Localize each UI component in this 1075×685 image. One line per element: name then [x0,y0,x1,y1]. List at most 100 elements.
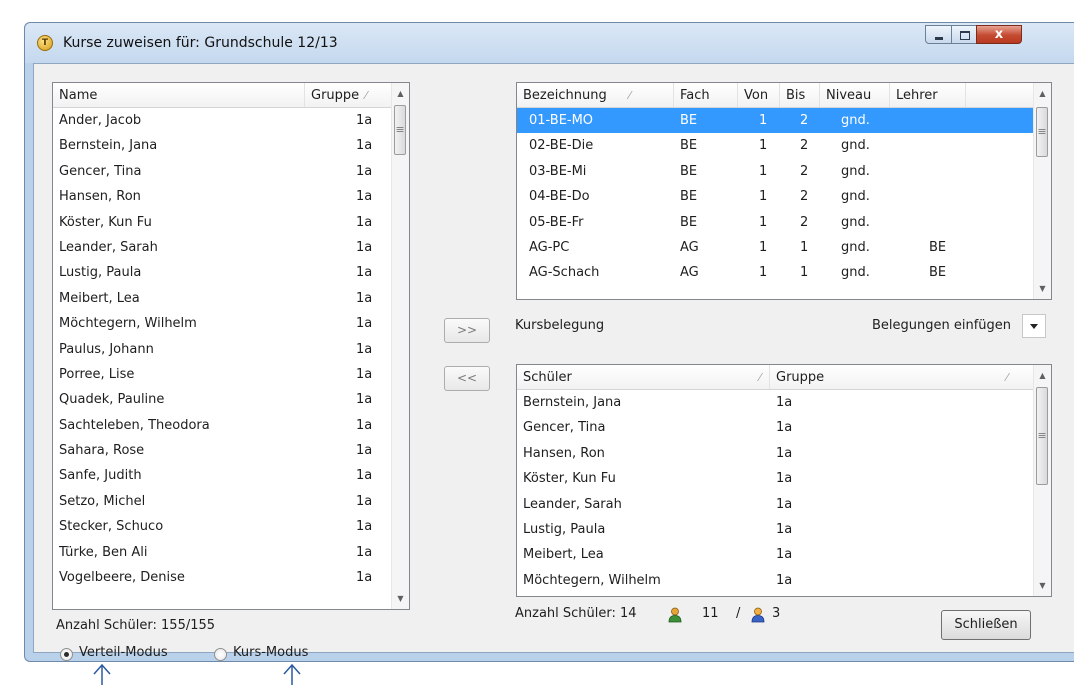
student-name-cell: Setzo, Michel [59,493,146,509]
distribute-mode-label[interactable]: Verteil-Modus [79,645,168,660]
table-row[interactable]: Türke, Ben Ali 1a [53,540,392,565]
column-header-assigned-group[interactable]: Gruppe ⁄ [770,365,1016,389]
courses-scrollbar[interactable]: ▲ ▼ [1033,83,1051,299]
course-name-cell: 03-BE-Mi [529,163,587,179]
scroll-down-arrow-icon[interactable]: ▼ [1034,577,1051,594]
table-row[interactable]: AG-PC AG 1 1 gnd. BE [517,235,1034,260]
table-row[interactable]: Quadek, Pauline 1a [53,387,392,412]
assigned-list-header: Schüler ⁄ Gruppe ⁄ [517,365,1034,390]
scroll-down-arrow-icon[interactable]: ▼ [1034,280,1051,297]
student-group-cell: 1a [356,316,373,332]
column-header-subject[interactable]: Fach [674,83,738,107]
scroll-down-arrow-icon[interactable]: ▼ [392,590,409,607]
table-row[interactable]: Köster, Kun Fu 1a [53,210,392,235]
table-row[interactable]: Bernstein, Jana 1a [53,133,392,158]
assigned-student-group-cell: 1a [776,445,793,461]
add-to-course-button[interactable]: >> [444,318,490,343]
student-name-cell: Paulus, Johann [59,341,154,357]
assigned-student-group-cell: 1a [776,572,793,588]
scroll-up-arrow-icon[interactable]: ▲ [1034,367,1051,384]
minimize-button[interactable] [925,25,952,44]
table-row[interactable]: Gencer, Tina 1a [517,415,1034,440]
student-group-cell: 1a [356,570,373,586]
scroll-thumb[interactable] [394,105,406,155]
table-row[interactable]: Leander, Sarah 1a [517,492,1034,517]
student-name-cell: Köster, Kun Fu [59,214,152,230]
course-to-cell: 2 [800,138,809,154]
students-scrollbar[interactable]: ▲ ▼ [391,83,409,609]
table-row[interactable]: Ander, Jacob 1a [53,108,392,133]
scroll-thumb[interactable] [1036,107,1048,157]
student-name-cell: Möchtegern, Wilhelm [59,316,197,332]
table-row[interactable]: 01-BE-MO BE 1 2 gnd. [517,108,1034,134]
table-row[interactable]: Bernstein, Jana 1a [517,390,1034,415]
student-name-cell: Leander, Sarah [59,239,158,255]
student-name-cell: Vogelbeere, Denise [59,570,185,586]
column-header-name[interactable]: Name [53,83,305,107]
table-row[interactable]: Möchtegern, Wilhelm 1a [517,568,1034,593]
table-row[interactable]: Gencer, Tina 1a [53,159,392,184]
distribute-mode-radio[interactable] [60,648,73,661]
students-count: Anzahl Schüler: 155/155 [56,618,216,633]
students-list[interactable]: Name Gruppe ⁄ Ander, Jacob 1a Bernstein, Ja… [52,82,410,610]
assigned-count: Anzahl Schüler: 14 [515,606,637,621]
course-level-cell: gnd. [841,163,870,179]
table-row[interactable]: Meibert, Lea 1a [517,542,1034,567]
table-row[interactable]: Meibert, Lea 1a [53,286,392,311]
course-level-cell: gnd. [841,239,870,255]
column-header-teacher[interactable]: Lehrer [890,83,966,107]
male-student-icon [668,607,682,623]
column-header-student[interactable]: Schüler ⁄ [517,365,770,389]
course-mode-label[interactable]: Kurs-Modus [233,645,308,660]
courses-rows: 01-BE-MO BE 1 2 gnd. 02-BE-Die BE 1 2 gnd. 03-BE-M… [517,108,1034,286]
table-row[interactable]: Porree, Lise 1a [53,362,392,387]
course-name-cell: 04-BE-Do [529,189,590,205]
table-row[interactable]: Lustig, Paula 1a [517,517,1034,542]
column-header-course-name[interactable]: Bezeichnung ⁄ [517,83,674,107]
table-row[interactable]: 05-BE-Fr BE 1 2 gnd. [517,210,1034,235]
table-row[interactable]: Sahara, Rose 1a [53,438,392,463]
table-row[interactable]: Lustig, Paula 1a [53,260,392,285]
courses-list[interactable]: Bezeichnung ⁄ Fach Von Bis Niveau Lehrer … [516,82,1052,300]
close-button[interactable]: Schließen [941,610,1031,640]
table-row[interactable]: Köster, Kun Fu 1a [517,466,1034,491]
table-row[interactable]: Möchtegern, Wilhelm 1a [53,311,392,336]
sort-indicator-icon: ⁄ [1006,371,1008,384]
remove-from-course-button[interactable]: << [444,366,490,391]
table-row[interactable]: Leander, Sarah 1a [53,235,392,260]
maximize-button[interactable] [951,25,977,44]
table-row[interactable]: AG-Schach AG 1 1 gnd. BE [517,260,1034,285]
table-row[interactable]: Hansen, Ron 1a [517,441,1034,466]
table-row[interactable]: 03-BE-Mi BE 1 2 gnd. [517,159,1034,184]
table-row[interactable]: Sachteleben, Theodora 1a [53,413,392,438]
table-row[interactable]: Paulus, Johann 1a [53,337,392,362]
title-bar[interactable]: T Kurse zuweisen für: Grundschule 12/13 … [25,23,1074,63]
scroll-up-arrow-icon[interactable]: ▲ [1034,85,1051,102]
close-window-button[interactable]: x [976,25,1022,44]
column-header-level[interactable]: Niveau [820,83,890,107]
course-mode-radio[interactable] [214,648,227,661]
assigned-students-list[interactable]: Schüler ⁄ Gruppe ⁄ Bernstein, Jana 1a Gencer… [516,364,1052,597]
column-header-subject-label: Fach [680,88,710,103]
column-header-from[interactable]: Von [738,83,780,107]
table-row[interactable]: Stecker, Schuco 1a [53,514,392,539]
table-row[interactable]: Setzo, Michel 1a [53,489,392,514]
table-row[interactable]: Hansen, Ron 1a [53,184,392,209]
course-to-cell: 1 [800,265,809,281]
table-row[interactable]: 04-BE-Do BE 1 2 gnd. [517,184,1034,209]
table-row[interactable]: Sanfe, Judith 1a [53,463,392,488]
assigned-student-group-cell: 1a [776,521,793,537]
scroll-up-arrow-icon[interactable]: ▲ [392,85,409,102]
table-row[interactable]: Vogelbeere, Denise 1a [53,565,392,590]
assigned-scrollbar[interactable]: ▲ ▼ [1033,365,1051,596]
student-group-cell: 1a [356,239,373,255]
assigned-student-name-cell: Hansen, Ron [523,445,605,461]
insert-assignments-dropdown[interactable] [1022,314,1046,338]
table-row[interactable]: 02-BE-Die BE 1 2 gnd. [517,133,1034,158]
assigned-student-group-cell: 1a [776,547,793,563]
column-header-group[interactable]: Gruppe ⁄ [305,83,394,107]
course-from-cell: 1 [759,163,768,179]
scroll-thumb[interactable] [1036,387,1048,485]
column-header-to[interactable]: Bis [780,83,820,107]
column-header-group-label: Gruppe [311,88,360,103]
